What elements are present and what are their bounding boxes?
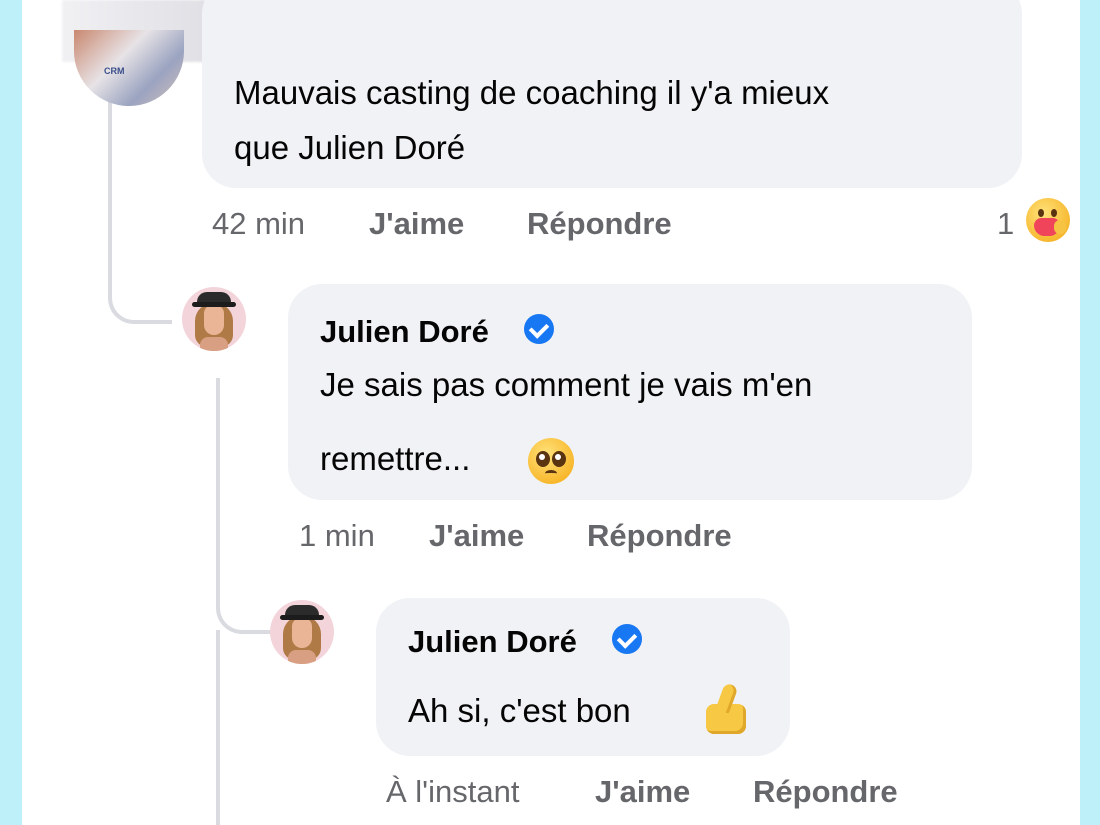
reply2-reply-button[interactable]: Répondre <box>753 774 898 810</box>
author-name-2[interactable]: Julien Doré <box>408 624 577 660</box>
julien-dore-avatar[interactable] <box>182 287 246 351</box>
comment-text-line2: que Julien Doré <box>234 129 466 166</box>
commenter-avatar[interactable]: CRM <box>74 30 184 106</box>
reply-button[interactable]: Répondre <box>527 206 672 242</box>
reply2-timestamp: À l'instant <box>386 774 520 809</box>
reply-text-line2: remettre... <box>320 440 471 477</box>
reply2-text: Ah si, c'est bon <box>408 692 631 729</box>
reply1-like-button[interactable]: J'aime <box>429 518 524 554</box>
reply1-reply-button[interactable]: Répondre <box>587 518 732 554</box>
thread-connector-reply2 <box>216 570 276 634</box>
reply2-like-button[interactable]: J'aime <box>595 774 690 810</box>
thumbs-up-emoji-icon <box>702 682 754 736</box>
comment-bubble: Mauvais casting de coaching il y'a mieux… <box>202 0 1022 188</box>
verified-badge-icon <box>524 314 554 344</box>
reaction-count[interactable]: 1 <box>997 206 1014 242</box>
comment-text-line1: Mauvais casting de coaching il y'a mieux <box>234 74 830 111</box>
julien-dore-avatar-2[interactable] <box>270 600 334 664</box>
verified-badge-icon-2 <box>612 624 642 654</box>
comments-panel: CRM Mauvais casting de coaching il y'a m… <box>22 0 1080 825</box>
avatar-label: CRM <box>104 66 125 76</box>
comment-timestamp: 42 min <box>212 206 306 241</box>
care-emoji-icon[interactable] <box>1026 198 1070 242</box>
reply-text-line1: Je sais pas comment je vais m'en <box>320 366 813 403</box>
like-button[interactable]: J'aime <box>369 206 464 242</box>
thread-line-reply <box>216 378 220 588</box>
reply-bubble-1: Julien Doré Je sais pas comment je vais … <box>288 284 972 500</box>
reply1-timestamp: 1 min <box>299 518 375 553</box>
pleading-face-emoji-icon <box>528 438 574 484</box>
thread-line-reply2 <box>216 630 220 825</box>
thread-connector-reply1 <box>108 258 172 324</box>
author-name[interactable]: Julien Doré <box>320 314 489 350</box>
